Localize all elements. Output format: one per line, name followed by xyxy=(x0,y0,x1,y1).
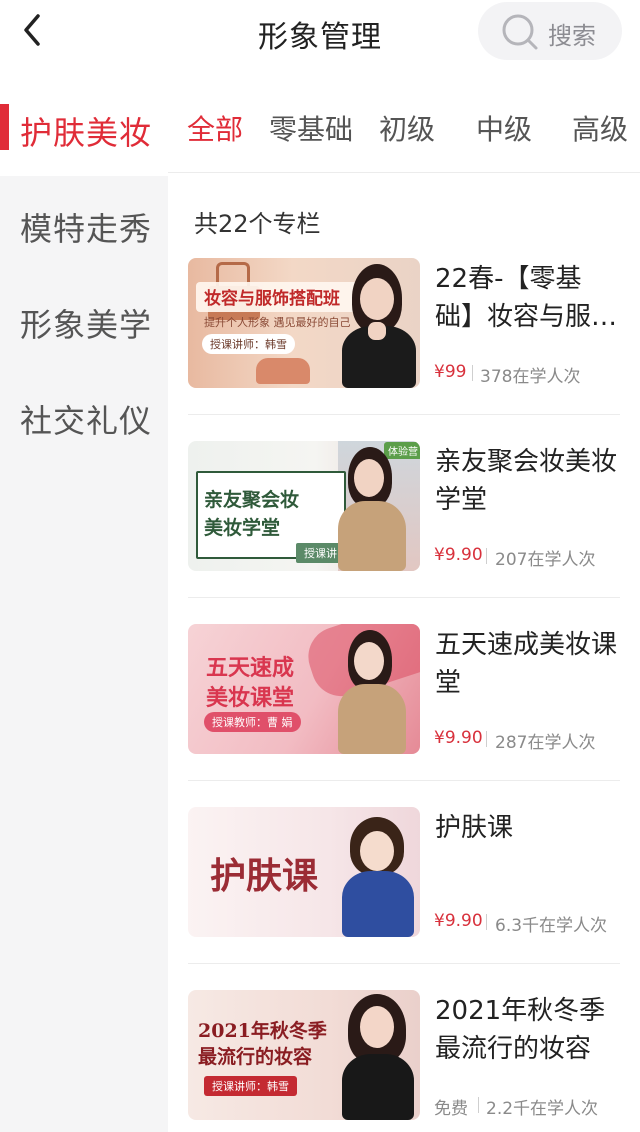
sidebar-item-label: 形象美学 xyxy=(20,306,153,344)
sidebar-item-image-aesthetics[interactable]: 形象美学 xyxy=(0,272,168,368)
course-thumbnail: 亲友聚会妆 美妆学堂 授课讲师：曹 娟 体验营 xyxy=(188,441,420,571)
instructor-photo xyxy=(338,817,418,937)
course-thumbnail: 五天速成 美妆课堂 授课教师：曹 娟 xyxy=(188,624,420,754)
meta-separator xyxy=(472,365,473,381)
course-price: ¥99 xyxy=(434,362,467,382)
course-title: 亲友聚会妆美妆学堂 xyxy=(435,447,618,515)
sidebar-item-label: 社交礼仪 xyxy=(20,402,153,440)
meta-separator xyxy=(486,731,487,747)
sidebar-item-label: 模特走秀 xyxy=(20,210,153,248)
thumb-teacher: 授课教师：曹 娟 xyxy=(204,712,301,732)
course-card[interactable]: 妆容与服饰搭配班 提升个人形象 遇见最好的自己 授课讲师：韩雪 22春-【零基础… xyxy=(188,258,620,392)
sidebar-item-label: 护肤美妆 xyxy=(20,114,153,152)
course-learners: 378在学人次 xyxy=(480,367,581,387)
instructor-photo xyxy=(338,994,418,1120)
thumb-caption: 美妆学堂 xyxy=(204,517,281,539)
meta-separator xyxy=(486,914,487,930)
thumb-caption: 最流行的妆容 xyxy=(198,1046,313,1068)
tabs-divider xyxy=(168,172,640,173)
course-card[interactable]: 亲友聚会妆 美妆学堂 授课讲师：曹 娟 体验营 亲友聚会妆美妆学堂 ¥9.90 … xyxy=(188,441,620,575)
search-icon xyxy=(500,12,540,52)
thumb-caption: 2021年秋冬季 xyxy=(198,1020,327,1042)
thumb-teacher: 授课讲师：韩雪 xyxy=(204,1076,297,1096)
course-price: 免费 xyxy=(434,1099,468,1119)
thumb-caption: 亲友聚会妆 xyxy=(204,489,300,511)
course-card[interactable]: 2021年秋冬季 最流行的妆容 授课讲师：韩雪 2021年秋冬季最流行的妆容 免… xyxy=(188,990,620,1124)
thumb-teacher: 授课讲师：韩雪 xyxy=(202,334,295,354)
thumb-subtitle: 提升个人形象 遇见最好的自己 xyxy=(204,316,351,329)
list-divider xyxy=(188,963,620,964)
search-label: 搜索 xyxy=(548,22,596,50)
course-thumbnail: 护肤课 xyxy=(188,807,420,937)
course-thumbnail: 2021年秋冬季 最流行的妆容 授课讲师：韩雪 xyxy=(188,990,420,1120)
instructor-photo xyxy=(334,447,410,571)
list-divider xyxy=(188,780,620,781)
thumb-caption: 五天速成 xyxy=(206,655,295,681)
thumb-caption: 护肤课 xyxy=(210,855,319,897)
course-learners: 6.3千在学人次 xyxy=(495,916,608,936)
instructor-photo xyxy=(338,264,420,388)
meta-separator xyxy=(478,1097,479,1113)
course-card[interactable]: 五天速成 美妆课堂 授课教师：曹 娟 五天速成美妆课堂 ¥9.90 287在学人… xyxy=(188,624,620,758)
list-divider xyxy=(188,597,620,598)
course-title: 2021年秋冬季最流行的妆容 xyxy=(435,996,606,1064)
instructor-photo xyxy=(334,630,410,754)
course-thumbnail: 妆容与服饰搭配班 提升个人形象 遇见最好的自己 授课讲师：韩雪 xyxy=(188,258,420,388)
tab-beginner-zero[interactable]: 零基础 xyxy=(269,108,353,148)
top-bar: 形象管理 搜索 xyxy=(0,0,640,66)
list-divider xyxy=(188,414,620,415)
course-title: 五天速成美妆课堂 xyxy=(435,630,618,698)
sidebar-item-modeling[interactable]: 模特走秀 xyxy=(0,176,168,272)
thumb-caption: 妆容与服饰搭配班 xyxy=(204,289,340,309)
course-title: 护肤课 xyxy=(435,813,514,843)
course-learners: 207在学人次 xyxy=(495,550,596,570)
course-learners: 2.2千在学人次 xyxy=(486,1099,599,1119)
tab-intermediate[interactable]: 中级 xyxy=(476,108,532,148)
search-button[interactable]: 搜索 xyxy=(478,2,622,60)
column-count: 共22个专栏 xyxy=(194,210,321,238)
tab-elementary[interactable]: 初级 xyxy=(379,108,435,148)
sidebar-item-social-etiquette[interactable]: 社交礼仪 xyxy=(0,368,168,464)
active-indicator xyxy=(0,104,9,150)
course-title: 22春-【零基础】妆容与服… xyxy=(435,264,618,332)
course-card[interactable]: 护肤课 护肤课 ¥9.90 6.3千在学人次 xyxy=(188,807,620,941)
course-price: ¥9.90 xyxy=(434,545,483,565)
category-sidebar: 模特走秀 形象美学 社交礼仪 xyxy=(0,176,168,1132)
course-price: ¥9.90 xyxy=(434,911,483,931)
thumb-caption: 美妆课堂 xyxy=(206,685,295,711)
course-learners: 287在学人次 xyxy=(495,733,596,753)
sidebar-item-skincare-makeup[interactable]: 护肤美妆 xyxy=(0,80,168,176)
tab-advanced[interactable]: 高级 xyxy=(572,108,628,148)
meta-separator xyxy=(486,548,487,564)
course-price: ¥9.90 xyxy=(434,728,483,748)
tab-all[interactable]: 全部 xyxy=(187,108,243,148)
